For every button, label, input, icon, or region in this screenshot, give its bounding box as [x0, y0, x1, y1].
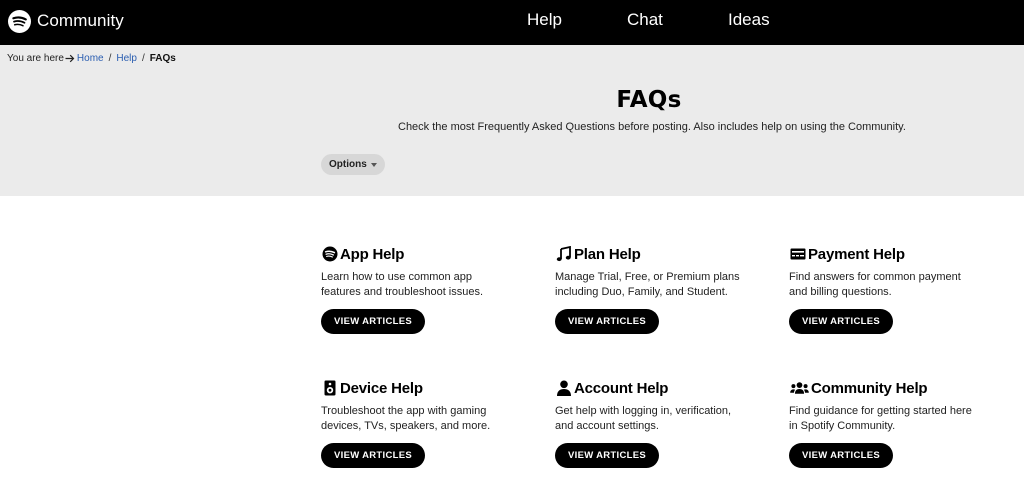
view-articles-button[interactable]: VIEW ARTICLES: [789, 309, 893, 334]
nav-chat[interactable]: Chat: [627, 10, 663, 30]
breadcrumb-prefix: You are here: [7, 53, 64, 64]
user-icon: [555, 380, 572, 397]
nav-help[interactable]: Help: [527, 10, 562, 30]
card-account-help: Account Help Get help with logging in, v…: [555, 378, 755, 468]
options-label: Options: [329, 159, 367, 170]
top-nav-bar: Community Help Chat Ideas: [0, 0, 1024, 45]
breadcrumb: You are here Home / Help / FAQs: [7, 53, 176, 64]
page-title: FAQs: [616, 87, 682, 113]
breadcrumb-home[interactable]: Home: [77, 53, 104, 64]
card-title: Account Help: [555, 378, 755, 398]
breadcrumb-separator: /: [108, 53, 112, 64]
card-title-text: Plan Help: [574, 245, 641, 263]
card-plan-help: Plan Help Manage Trial, Free, or Premium…: [555, 244, 755, 334]
card-community-help: Community Help Find guidance for getting…: [789, 378, 989, 468]
card-description: Learn how to use common app features and…: [321, 271, 484, 298]
card-description: Find guidance for getting started here i…: [789, 405, 972, 432]
brand-link[interactable]: Community: [8, 9, 124, 33]
card-title-text: App Help: [340, 245, 405, 263]
card-title: App Help: [321, 244, 521, 264]
card-description: Find answers for common payment and bill…: [789, 271, 961, 298]
card-title: Plan Help: [555, 244, 755, 264]
view-articles-button[interactable]: VIEW ARTICLES: [555, 309, 659, 334]
card-title-text: Device Help: [340, 379, 423, 397]
card-title-text: Community Help: [811, 379, 928, 397]
card-title-text: Payment Help: [808, 245, 905, 263]
spotify-logo-icon: [8, 9, 31, 33]
view-articles-button[interactable]: VIEW ARTICLES: [321, 443, 425, 468]
options-dropdown[interactable]: Options: [321, 154, 385, 175]
card-title: Community Help: [789, 378, 989, 398]
card-title-text: Account Help: [574, 379, 669, 397]
spotify-icon: [321, 246, 338, 263]
brand-name: Community: [37, 11, 124, 30]
users-icon: [789, 380, 809, 397]
page-description: Check the most Frequently Asked Question…: [398, 121, 906, 133]
card-device-help: Device Help Troubleshoot the app with ga…: [321, 378, 521, 468]
speaker-icon: [321, 380, 338, 397]
card-payment-help: Payment Help Find answers for common pay…: [789, 244, 989, 334]
card-description: Manage Trial, Free, or Premium plans inc…: [555, 271, 740, 298]
view-articles-button[interactable]: VIEW ARTICLES: [789, 443, 893, 468]
view-articles-button[interactable]: VIEW ARTICLES: [555, 443, 659, 468]
arrow-right-icon: [65, 54, 75, 63]
music-note-icon: [555, 246, 572, 263]
caret-down-icon: [370, 162, 377, 167]
page-header: You are here Home / Help / FAQs FAQs Che…: [0, 45, 1024, 196]
card-description: Troubleshoot the app with gaming devices…: [321, 405, 491, 432]
card-app-help: App Help Learn how to use common app fea…: [321, 244, 521, 334]
card-title: Payment Help: [789, 244, 989, 264]
payment-card-icon: [789, 246, 806, 263]
breadcrumb-current: FAQs: [149, 53, 176, 64]
view-articles-button[interactable]: VIEW ARTICLES: [321, 309, 425, 334]
breadcrumb-help[interactable]: Help: [116, 53, 137, 64]
card-description: Get help with logging in, verification, …: [555, 405, 732, 432]
card-title: Device Help: [321, 378, 521, 398]
breadcrumb-separator: /: [141, 53, 145, 64]
nav-ideas[interactable]: Ideas: [728, 10, 770, 30]
